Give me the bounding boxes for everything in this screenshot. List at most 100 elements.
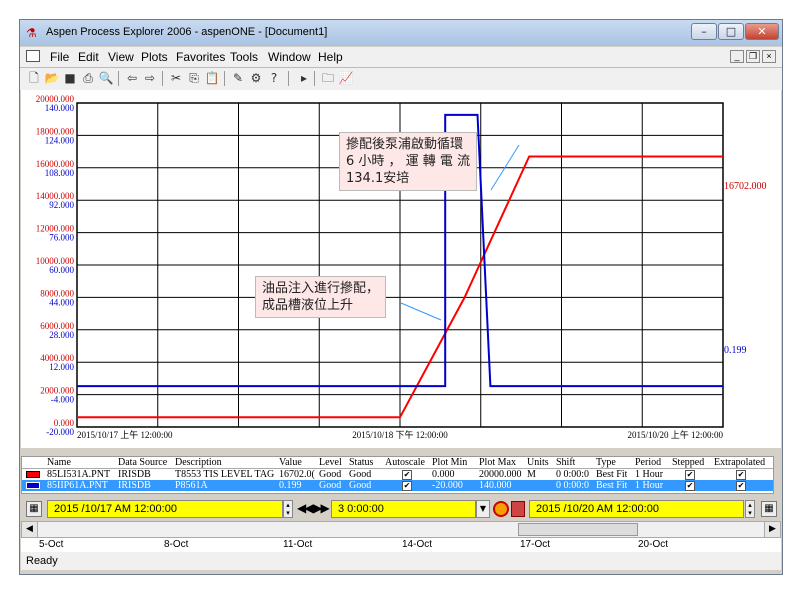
col-autoscale[interactable]: Autoscale <box>385 457 425 468</box>
copy-icon[interactable]: ⎘ <box>186 70 202 86</box>
y-tick-label-inner: 108.000 <box>45 168 75 178</box>
col-data-source[interactable]: Data Source <box>118 457 167 468</box>
legend-row-selected[interactable]: 85IIP61A.PNT IRISDB P8561A 0.199 Good Go… <box>22 480 773 491</box>
col-units[interactable]: Units <box>527 457 549 468</box>
col-plot-min[interactable]: Plot Min <box>432 457 467 468</box>
series1-value-label: 16702.000 <box>724 181 767 192</box>
save-icon[interactable]: ■ <box>62 70 78 86</box>
menu-edit[interactable]: Edit <box>78 50 99 64</box>
row1-level: Good <box>319 469 342 480</box>
start-time-spinner[interactable]: ▴ ▾ <box>283 500 293 518</box>
menu-file[interactable]: File <box>50 50 69 64</box>
series2-color-swatch[interactable] <box>26 482 40 489</box>
row1-stepped-checkbox[interactable]: ✔ <box>685 470 695 480</box>
print-preview-icon[interactable]: 🔍 <box>98 70 114 86</box>
new-icon[interactable]: 🗋 <box>26 70 42 86</box>
open-icon[interactable]: 📂 <box>44 70 60 86</box>
mdi-close-button[interactable]: × <box>762 50 776 63</box>
row2-stepped-checkbox[interactable]: ✔ <box>685 481 695 491</box>
col-name[interactable]: Name <box>47 457 71 468</box>
mdi-minimize-button[interactable]: _ <box>730 50 744 63</box>
series2-value-label: 0.199 <box>724 345 747 356</box>
col-type[interactable]: Type <box>596 457 616 468</box>
menu-plots[interactable]: Plots <box>141 50 168 64</box>
y-tick-label-inner: 12.000 <box>49 362 74 372</box>
toolbar-separator <box>314 71 315 86</box>
start-time-field[interactable]: 2015 /10/17 AM 12:00:00 <box>47 500 283 518</box>
row1-plot-min[interactable]: 0.000 <box>432 469 455 480</box>
end-time-spinner[interactable]: ▴ ▾ <box>745 500 755 518</box>
col-stepped[interactable]: Stepped <box>672 457 704 468</box>
maximize-button[interactable]: □ <box>718 23 744 40</box>
x-tick-label: 2015/10/20 上午 12:00:00 <box>627 429 723 440</box>
calendar-end-icon[interactable]: ▦ <box>761 501 777 517</box>
col-status[interactable]: Status <box>349 457 373 468</box>
y-tick-label-inner: 60.000 <box>49 265 74 275</box>
shift-arrows-icon[interactable]: ◀◀ ▶▶ <box>297 501 330 515</box>
menu-tools[interactable]: Tools <box>230 50 258 64</box>
col-level[interactable]: Level <box>319 457 342 468</box>
timeline-label: 20-Oct <box>638 539 669 550</box>
chart-icon[interactable]: 📈 <box>338 70 354 86</box>
menu-view[interactable]: View <box>108 50 134 64</box>
end-time-field[interactable]: 2015 /10/20 AM 12:00:00 <box>529 500 744 518</box>
y-tick-label-inner: -4.000 <box>51 395 75 405</box>
col-shift[interactable]: Shift <box>556 457 575 468</box>
time-scrollbar[interactable]: ◀ ▶ <box>21 521 781 538</box>
row2-autoscale-checkbox[interactable]: ✔ <box>402 481 412 491</box>
cut-icon[interactable]: ✂ <box>168 70 184 86</box>
trend-icon[interactable]: ⚙ <box>248 70 264 86</box>
print-icon[interactable]: ⎙ <box>80 70 96 86</box>
back-icon[interactable]: ⇦ <box>124 70 140 86</box>
timeline-label: 17-Oct <box>520 539 551 550</box>
timeline-label: 14-Oct <box>402 539 433 550</box>
mdi-restore-button[interactable]: ❐ <box>746 50 760 63</box>
row2-extrapolated-checkbox[interactable]: ✔ <box>736 481 746 491</box>
title-bar[interactable]: ⚗ Aspen Process Explorer 2006 - aspenONE… <box>20 20 782 46</box>
col-plot-max[interactable]: Plot Max <box>479 457 516 468</box>
col-description[interactable]: Description <box>175 457 222 468</box>
series1-color-swatch[interactable] <box>26 471 40 478</box>
menu-favorites[interactable]: Favorites <box>176 50 225 64</box>
row2-plot-min[interactable]: -20.000 <box>432 480 463 491</box>
scroll-left-icon[interactable]: ◀ <box>22 522 38 537</box>
clock-icon[interactable] <box>493 501 509 517</box>
legend-header: Name Data Source Description Value Level… <box>22 457 773 469</box>
row1-extrapolated-checkbox[interactable]: ✔ <box>736 470 746 480</box>
menu-bar: File Edit View Plots Favorites Tools Win… <box>20 47 782 67</box>
row2-data-source: IRISDB <box>118 480 151 491</box>
y-tick-label-inner: -20.000 <box>46 427 74 437</box>
paste-icon[interactable]: 📋 <box>204 70 220 86</box>
row2-description: P8561A <box>175 480 208 491</box>
row1-plot-max[interactable]: 20000.000 <box>479 469 522 480</box>
trend-plot[interactable]: 20000.000 140.000 18000.000 124.000 16000.00… <box>21 90 781 448</box>
col-extrapolated[interactable]: Extrapolated <box>714 457 765 468</box>
calendar-start-icon[interactable]: ▦ <box>26 501 42 517</box>
col-value[interactable]: Value <box>279 457 302 468</box>
close-button[interactable]: ✕ <box>745 23 779 40</box>
row1-autoscale-checkbox[interactable]: ✔ <box>402 470 412 480</box>
scroll-thumb[interactable] <box>518 523 638 536</box>
row2-plot-max[interactable]: 140.000 <box>479 480 512 491</box>
span-dropdown-arrow[interactable]: ▼ <box>476 500 490 518</box>
menu-window[interactable]: Window <box>268 50 311 64</box>
forward-icon[interactable]: ⇨ <box>142 70 158 86</box>
row1-name: 85LI531A.PNT <box>47 469 111 480</box>
lock-icon[interactable] <box>511 501 525 517</box>
row1-data-source: IRISDB <box>118 469 151 480</box>
toolbar-separator <box>118 71 119 86</box>
tag-icon[interactable]: ✎ <box>230 70 246 86</box>
span-field[interactable]: 3 0:00:00 <box>331 500 476 518</box>
help-icon[interactable]: ? <box>266 70 282 86</box>
document-icon[interactable] <box>26 50 40 62</box>
menu-help[interactable]: Help <box>318 50 343 64</box>
folder-icon[interactable]: 🗀 <box>320 70 336 86</box>
legend-row[interactable]: 85LI531A.PNT IRISDB T8553 TIS LEVEL TAG … <box>22 469 773 480</box>
scroll-right-icon[interactable]: ▶ <box>764 522 780 537</box>
col-period[interactable]: Period <box>635 457 661 468</box>
timeline-ruler[interactable]: 5-Oct 8-Oct 11-Oct 14-Oct 17-Oct 20-Oct <box>21 538 781 552</box>
play-icon[interactable]: ▸ <box>296 70 312 86</box>
x-tick-label: 2015/10/17 上午 12:00:00 <box>77 429 173 440</box>
y-tick-label-inner: 76.000 <box>49 233 74 243</box>
minimize-button[interactable]: – <box>691 23 717 40</box>
